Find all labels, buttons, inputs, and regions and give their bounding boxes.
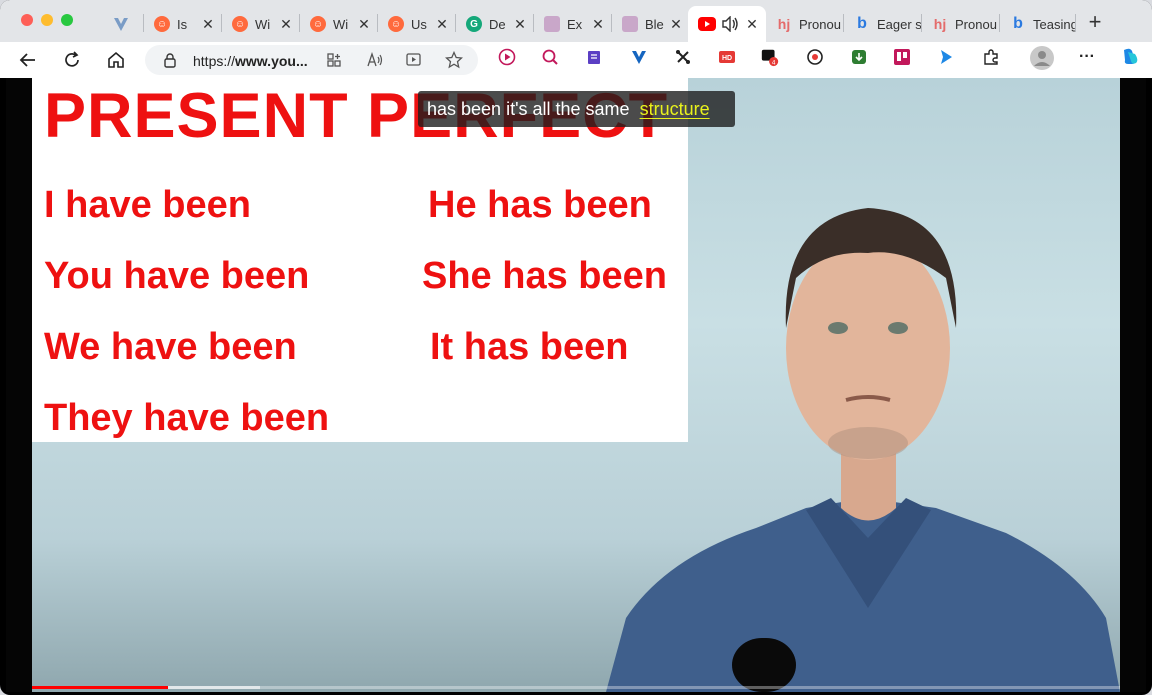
extension-trello-icon[interactable]: [892, 47, 912, 67]
extension-notes-icon[interactable]: [584, 47, 604, 67]
hi-icon: hj: [933, 16, 947, 32]
more-menu-button[interactable]: ···: [1077, 47, 1097, 67]
extension-v-icon[interactable]: [629, 47, 649, 67]
home-icon: [108, 51, 124, 68]
maximize-window-button[interactable]: [61, 14, 73, 26]
progress-played: [32, 686, 168, 689]
lock-icon: [164, 53, 176, 68]
grammarly-icon: G: [466, 16, 482, 32]
caption-highlight-word[interactable]: structure: [640, 99, 710, 119]
reload-icon: [65, 51, 79, 67]
video-immersive-icon[interactable]: [405, 52, 423, 68]
reddit-icon: ☺: [154, 16, 170, 32]
tab-2-label: Wi: [255, 16, 271, 32]
presenter-figure: [606, 208, 1120, 692]
lesson-slide: PRESENT PERFECT I have been You have bee…: [32, 78, 688, 442]
phrase-you: You have been: [44, 255, 310, 297]
tab-9[interactable]: hj Pronou: [766, 6, 844, 42]
tab-8-active[interactable]: ✕: [688, 6, 766, 42]
phrase-we: We have been: [44, 326, 297, 368]
ex-icon: [544, 16, 560, 32]
browser-toolbar: https://www.you... HD 4 ···: [0, 42, 1152, 78]
tab-3-close-icon[interactable]: ✕: [356, 16, 372, 33]
extension-search-icon[interactable]: [540, 47, 560, 67]
tab-1[interactable]: ☺ Is ✕: [144, 6, 222, 42]
extension-hd-icon[interactable]: HD: [717, 47, 737, 67]
new-tab-button[interactable]: +: [1084, 11, 1106, 34]
url-domain: www.you...: [235, 53, 308, 69]
tab-4-close-icon[interactable]: ✕: [434, 16, 450, 33]
tab-0[interactable]: [102, 6, 144, 42]
extension-tools-icon[interactable]: [673, 47, 693, 67]
bing-icon: b: [1013, 15, 1023, 32]
home-button[interactable]: [104, 48, 128, 72]
tab-7[interactable]: Ble ✕: [612, 6, 690, 42]
svg-text:4: 4: [772, 59, 776, 66]
tab-4[interactable]: ☺ Us ✕: [378, 6, 456, 42]
extension-download-icon[interactable]: [849, 47, 869, 67]
profile-avatar[interactable]: [1030, 46, 1054, 70]
url-prefix: https://: [193, 53, 236, 69]
minimize-window-button[interactable]: [41, 14, 53, 26]
vivaldi-v-icon: [114, 18, 128, 31]
favorite-star-icon[interactable]: [445, 51, 463, 69]
tab-7-close-icon[interactable]: ✕: [668, 16, 684, 33]
tab-1-close-icon[interactable]: ✕: [200, 16, 216, 33]
youtube-icon: [698, 17, 716, 31]
tab-11[interactable]: hj Pronou: [922, 6, 1000, 42]
app-available-icon[interactable]: [326, 52, 342, 68]
letterbox-left: [6, 78, 32, 692]
extension-record-icon[interactable]: [805, 47, 825, 67]
tab-6-close-icon[interactable]: ✕: [590, 16, 606, 33]
video-player[interactable]: PRESENT PERFECT I have been You have bee…: [6, 78, 1146, 692]
tab-9-label: Pronou: [799, 16, 841, 32]
tab-8-close-icon[interactable]: ✕: [744, 16, 760, 33]
tab-bar: ☺ Is ✕ ☺ Wi ✕ ☺ Wi ✕ ☺ Us ✕ G De ✕ Ex ✕ …: [0, 0, 1152, 42]
bing-icon: b: [857, 15, 867, 32]
read-aloud-icon[interactable]: [366, 52, 384, 68]
caption-text: has been it's all the same: [427, 99, 630, 119]
reddit-icon: ☺: [310, 16, 326, 32]
extension-play-icon[interactable]: [497, 47, 517, 67]
reload-button[interactable]: [60, 48, 84, 72]
tab-6-label: Ex: [567, 16, 583, 32]
tab-2[interactable]: ☺ Wi ✕: [222, 6, 300, 42]
tab-1-label: Is: [177, 16, 188, 32]
tab-10[interactable]: b Eager s: [844, 6, 922, 42]
phrase-they: They have been: [44, 397, 330, 439]
extension-cursor-icon[interactable]: [936, 47, 956, 67]
copilot-icon[interactable]: [1118, 47, 1142, 67]
url-text: https://www.you...: [193, 53, 308, 69]
reddit-icon: ☺: [232, 16, 248, 32]
browser-window: ☺ Is ✕ ☺ Wi ✕ ☺ Wi ✕ ☺ Us ✕ G De ✕ Ex ✕ …: [0, 0, 1152, 695]
tab-4-label: Us: [411, 16, 427, 32]
close-window-button[interactable]: [21, 14, 33, 26]
address-bar[interactable]: https://www.you...: [145, 45, 478, 75]
svg-text:HD: HD: [722, 55, 732, 62]
back-button[interactable]: [16, 48, 40, 72]
tab-5[interactable]: G De ✕: [456, 6, 534, 42]
tab-7-label: Ble: [645, 16, 664, 32]
tab-5-close-icon[interactable]: ✕: [512, 16, 528, 33]
tab-12-label: Teasing: [1033, 16, 1076, 32]
back-arrow-icon: [19, 53, 35, 67]
tab-5-label: De: [489, 16, 506, 32]
tab-3-label: Wi: [333, 16, 349, 32]
tab-6[interactable]: Ex ✕: [534, 6, 612, 42]
video-progress-bar[interactable]: [32, 686, 1120, 689]
hi-icon: hj: [777, 16, 791, 32]
extensions-puzzle-icon[interactable]: [981, 47, 1001, 67]
phrase-i: I have been: [44, 184, 251, 226]
speaker-icon[interactable]: [721, 16, 739, 32]
caption-box: has been it's all the same structure: [418, 91, 735, 127]
ble-icon: [622, 16, 638, 32]
tab-12[interactable]: b Teasing: [1000, 6, 1076, 42]
tab-11-label: Pronou: [955, 16, 997, 32]
tab-2-close-icon[interactable]: ✕: [278, 16, 294, 33]
phrase-it: It has been: [430, 326, 629, 368]
tab-3[interactable]: ☺ Wi ✕: [300, 6, 378, 42]
extension-badge-icon[interactable]: 4: [760, 47, 780, 67]
tab-10-label: Eager s: [877, 16, 922, 32]
reddit-icon: ☺: [388, 16, 404, 32]
